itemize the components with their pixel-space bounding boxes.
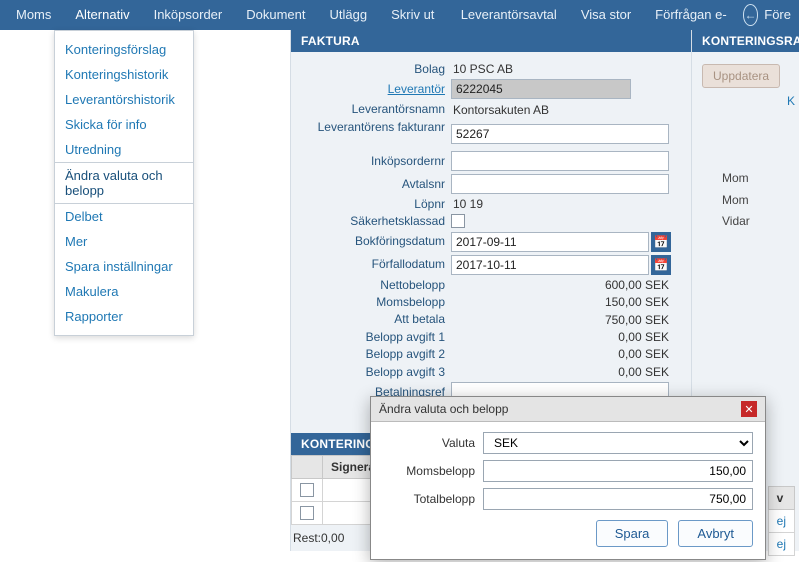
value-avgift2: 0,00 SEK xyxy=(451,347,681,361)
input-forfallodatum[interactable] xyxy=(451,255,649,275)
dd-konteringsforslag[interactable]: Konteringsförslag xyxy=(55,37,193,62)
input-inkopsordernr[interactable] xyxy=(451,151,669,171)
label-nettobelopp: Nettobelopp xyxy=(301,278,451,292)
dd-delbet[interactable]: Delbet xyxy=(55,204,193,229)
menu-dokument[interactable]: Dokument xyxy=(234,0,317,30)
menu-alternativ[interactable]: Alternativ xyxy=(63,0,141,30)
value-lopnr: 10 19 xyxy=(451,197,681,211)
label-avgift2: Belopp avgift 2 xyxy=(301,347,451,361)
dd-spara-installningar[interactable]: Spara inställningar xyxy=(55,254,193,279)
dd-skicka-for-info[interactable]: Skicka för info xyxy=(55,112,193,137)
input-bokforingsdatum[interactable] xyxy=(451,232,649,252)
prev-label[interactable]: Före xyxy=(764,0,795,30)
label-avgift3: Belopp avgift 3 xyxy=(301,365,451,379)
menu-skriv-ut-bild[interactable]: Skriv ut bild xyxy=(379,0,449,30)
spara-button[interactable]: Spara xyxy=(596,520,669,547)
dd-leverantorshistorik[interactable]: Leverantörshistorik xyxy=(55,87,193,112)
label-inkopsordernr: Inköpsordernr xyxy=(301,154,451,168)
side-text: Mom Mom Vidar xyxy=(722,168,799,233)
input-fakturanr[interactable] xyxy=(451,124,669,144)
calendar-icon[interactable]: 📅 xyxy=(651,255,671,275)
momsbelopp-input[interactable] xyxy=(483,460,753,482)
menu-moms[interactable]: Moms xyxy=(4,0,63,30)
prev-arrow-button[interactable]: ← xyxy=(743,4,759,26)
checkbox-sakerhetsklassad[interactable] xyxy=(451,214,465,228)
label-avtalsnr: Avtalsnr xyxy=(301,177,451,191)
input-avtalsnr[interactable] xyxy=(451,174,669,194)
dd-konteringshistorik[interactable]: Konteringshistorik xyxy=(55,62,193,87)
faktura-header: FAKTURA xyxy=(291,30,691,52)
value-momsbelopp: 150,00 SEK xyxy=(451,295,681,309)
modal-label-total: Totalbelopp xyxy=(383,492,483,506)
value-nettobelopp: 600,00 SEK xyxy=(451,278,681,292)
row-checkbox[interactable] xyxy=(300,506,314,520)
menu-visa-stor-bild[interactable]: Visa stor bild xyxy=(569,0,643,30)
main-menu-bar: Moms Alternativ Inköpsorder Dokument Utl… xyxy=(0,0,799,30)
dd-utredning[interactable]: Utredning xyxy=(55,137,193,162)
close-icon[interactable]: ✕ xyxy=(741,401,757,417)
dd-andra-valuta-och-belopp[interactable]: Ändra valuta och belopp xyxy=(55,162,193,204)
value-avgift3: 0,00 SEK xyxy=(451,365,681,379)
row-checkbox[interactable] xyxy=(300,483,314,497)
col-v[interactable]: v xyxy=(768,487,794,510)
totalbelopp-input[interactable] xyxy=(483,488,753,510)
value-att-betala: 750,00 SEK xyxy=(451,313,681,327)
label-avgift1: Belopp avgift 1 xyxy=(301,330,451,344)
konteringsrad-header: KONTERINGSRAD xyxy=(692,30,799,52)
label-sakerhetsklassad: Säkerhetsklassad xyxy=(301,214,451,228)
avbryt-button[interactable]: Avbryt xyxy=(678,520,753,547)
menu-forfragan-efaktura[interactable]: Förfrågan e-faktura xyxy=(643,0,743,30)
label-att-betala: Att betala xyxy=(301,312,451,326)
menu-inkopsorder[interactable]: Inköpsorder xyxy=(142,0,235,30)
modal-label-valuta: Valuta xyxy=(383,436,483,450)
valuta-select[interactable]: SEK xyxy=(483,432,753,454)
modal-title-text: Ändra valuta och belopp xyxy=(379,402,508,416)
link-k[interactable]: K xyxy=(692,88,799,108)
calendar-icon[interactable]: 📅 xyxy=(651,232,671,252)
input-leverantor[interactable] xyxy=(451,79,631,99)
andra-valuta-modal: Ändra valuta och belopp ✕ Valuta SEK Mom… xyxy=(370,396,766,560)
dd-makulera[interactable]: Makulera xyxy=(55,279,193,304)
link-ej[interactable]: ej xyxy=(768,533,794,556)
modal-label-moms: Momsbelopp xyxy=(383,464,483,478)
menu-leverantorsavtal[interactable]: Leverantörsavtal xyxy=(449,0,569,30)
faktura-form: Bolag 10 PSC AB Leverantör Leverantörsna… xyxy=(291,52,691,409)
value-bolag: 10 PSC AB xyxy=(451,62,681,76)
label-momsbelopp: Momsbelopp xyxy=(301,295,451,309)
alternativ-dropdown: Konteringsförslag Konteringshistorik Lev… xyxy=(54,30,194,336)
dd-mer[interactable]: Mer xyxy=(55,229,193,254)
label-leverantor[interactable]: Leverantör xyxy=(301,82,451,96)
label-bolag: Bolag xyxy=(301,62,451,76)
uppdatera-button: Uppdatera xyxy=(702,64,780,88)
dd-rapporter[interactable]: Rapporter xyxy=(55,304,193,329)
value-avgift1: 0,00 SEK xyxy=(451,330,681,344)
value-leverantorsnamn: Kontorsakuten AB xyxy=(451,103,681,117)
menu-utlagg[interactable]: Utlägg xyxy=(318,0,380,30)
link-ej[interactable]: ej xyxy=(768,510,794,533)
label-fakturanr: Leverantörens fakturanr xyxy=(301,120,451,148)
label-leverantorsnamn: Leverantörsnamn xyxy=(301,102,451,116)
label-lopnr: Löpnr xyxy=(301,197,451,211)
label-bokforingsdatum: Bokföringsdatum xyxy=(301,234,451,248)
label-forfallodatum: Förfallodatum xyxy=(301,257,451,271)
